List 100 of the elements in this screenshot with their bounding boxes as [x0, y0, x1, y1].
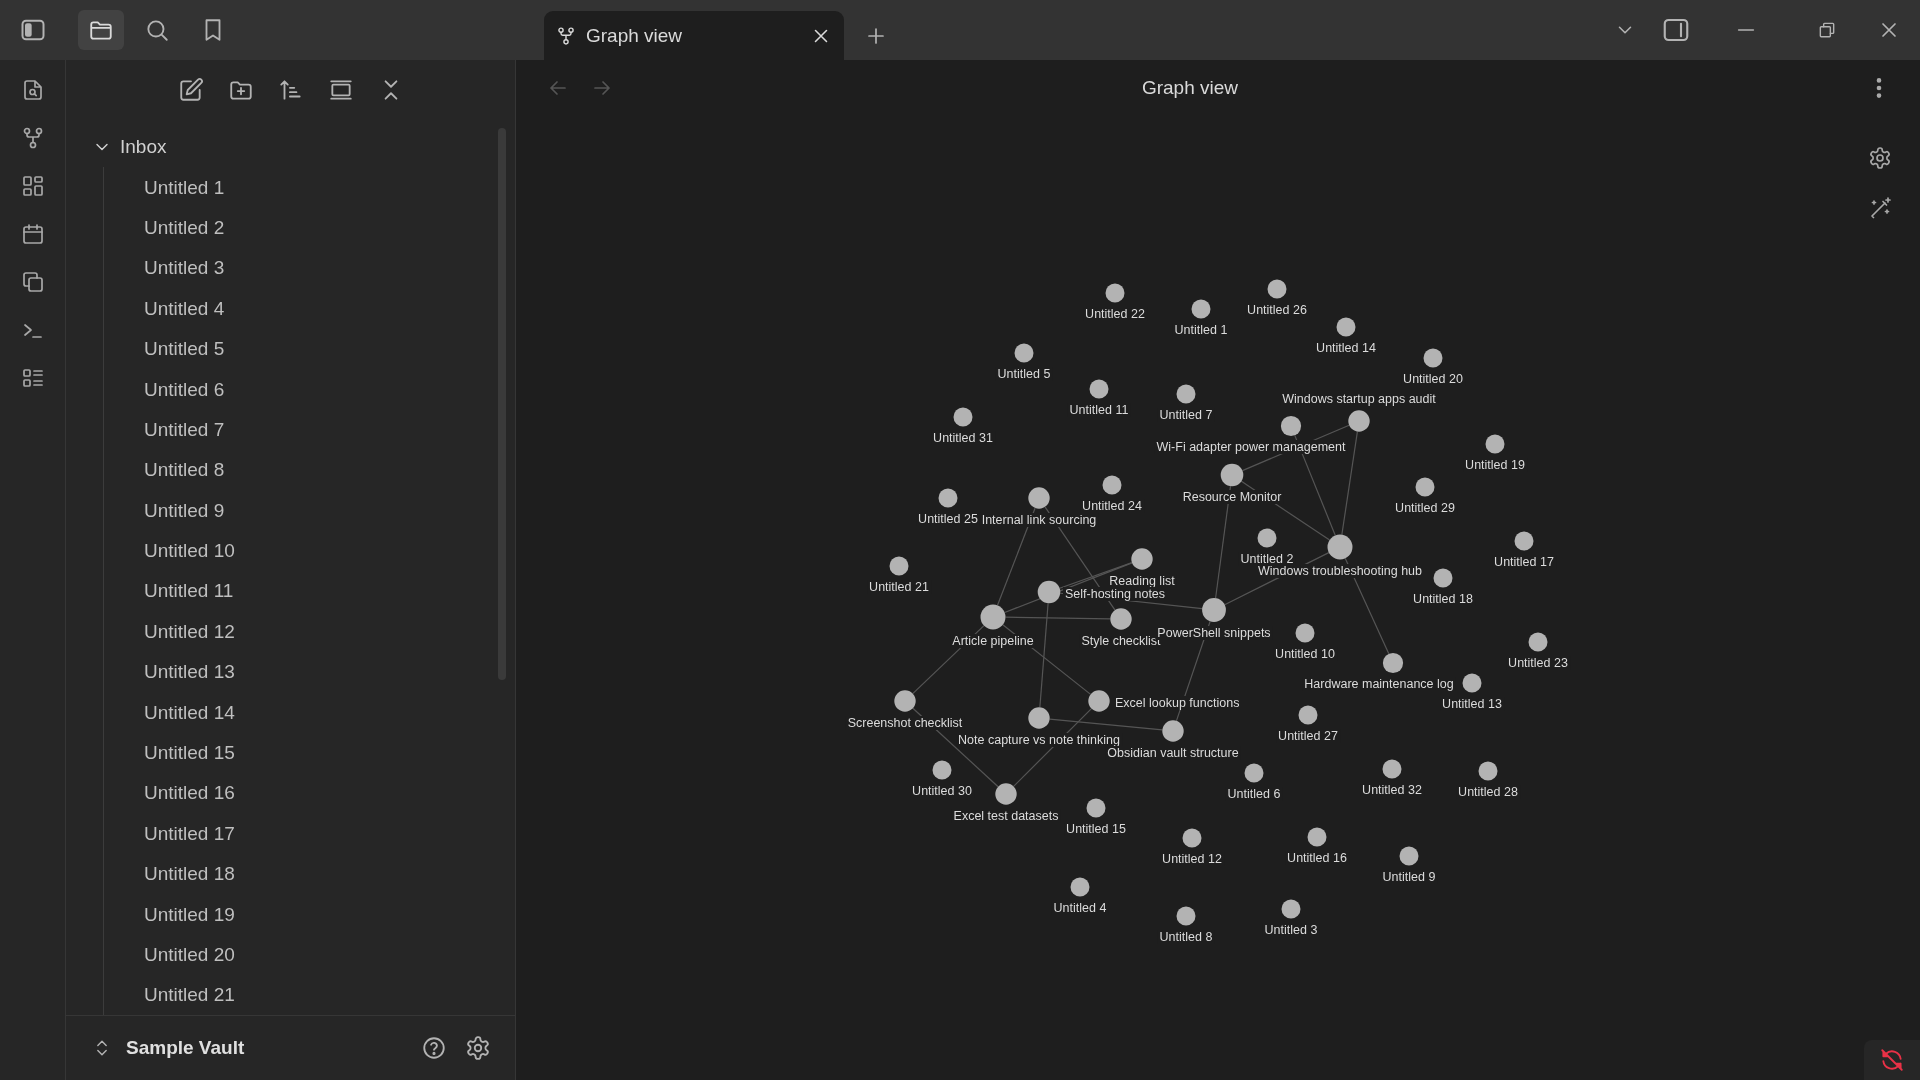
- graph-node[interactable]: [1089, 379, 1109, 399]
- tab[interactable]: Graph view: [544, 11, 844, 60]
- graph-node[interactable]: [1202, 598, 1226, 622]
- file-item[interactable]: Untitled 1: [104, 167, 515, 208]
- graph-node[interactable]: [1086, 798, 1106, 818]
- graph-node[interactable]: [953, 407, 973, 427]
- graph-node[interactable]: [1382, 759, 1402, 779]
- node-label: Untitled 2: [1238, 551, 1296, 566]
- graph-node[interactable]: [1336, 317, 1356, 337]
- file-item[interactable]: Untitled 20: [104, 934, 515, 976]
- graph-node[interactable]: [1088, 690, 1110, 712]
- file-item[interactable]: Untitled 14: [104, 692, 515, 733]
- grid-icon[interactable]: [20, 174, 45, 198]
- node-label: Untitled 21: [867, 579, 931, 594]
- file-item[interactable]: Untitled 15: [104, 732, 515, 774]
- graph-node[interactable]: [1280, 415, 1302, 437]
- copy-icon[interactable]: [20, 270, 45, 294]
- file-item[interactable]: Untitled 2: [104, 207, 515, 249]
- graph-node[interactable]: [1070, 877, 1090, 897]
- graph-node[interactable]: [1102, 475, 1122, 495]
- file-item[interactable]: Untitled 12: [104, 611, 515, 653]
- file-item[interactable]: Untitled 21: [104, 975, 515, 1015]
- graph-node[interactable]: [1244, 763, 1264, 783]
- node-label: Excel lookup functions: [1113, 695, 1242, 710]
- graph-node[interactable]: [995, 783, 1017, 805]
- graph-node[interactable]: [1423, 348, 1443, 368]
- file-item[interactable]: Untitled 9: [104, 490, 515, 531]
- node-label: Untitled 19: [1463, 457, 1527, 472]
- graph-node[interactable]: [1298, 705, 1318, 725]
- graph-node[interactable]: [1528, 632, 1548, 652]
- graph-node[interactable]: [1327, 534, 1353, 560]
- graph-node[interactable]: [1295, 623, 1315, 643]
- graph-node[interactable]: [1110, 608, 1132, 630]
- file-item[interactable]: Untitled 5: [104, 328, 515, 370]
- graph-node[interactable]: [1105, 283, 1125, 303]
- node-label: Screenshot checklist: [845, 715, 965, 730]
- vault-name[interactable]: Sample Vault: [126, 1037, 407, 1059]
- graph-node[interactable]: [1176, 384, 1196, 404]
- graph-node[interactable]: [1267, 279, 1287, 299]
- graph-node[interactable]: [938, 488, 958, 508]
- sync-off-icon[interactable]: [1879, 1047, 1905, 1073]
- graph-node[interactable]: [1307, 827, 1327, 847]
- node-label: Untitled 22: [1083, 306, 1147, 321]
- graph-node[interactable]: [1028, 487, 1050, 509]
- list-icon[interactable]: [20, 366, 45, 390]
- settings-icon[interactable]: [465, 1035, 491, 1061]
- graph-node[interactable]: [894, 690, 916, 712]
- file-item[interactable]: Untitled 18: [104, 854, 515, 895]
- graph-node[interactable]: [1176, 906, 1196, 926]
- file-item[interactable]: Untitled 7: [104, 409, 515, 451]
- graph-node[interactable]: [1348, 410, 1370, 432]
- graph-node[interactable]: [932, 760, 952, 780]
- layout-icon[interactable]: [327, 77, 354, 103]
- graph-node[interactable]: [1281, 899, 1301, 919]
- file-item[interactable]: Untitled 8: [104, 450, 515, 491]
- graph-node[interactable]: [1162, 720, 1184, 742]
- node-label: Excel test datasets: [951, 808, 1061, 823]
- file-item[interactable]: Untitled 13: [104, 652, 515, 693]
- file-item[interactable]: Untitled 10: [104, 530, 515, 572]
- graph-node[interactable]: [1220, 463, 1244, 487]
- graph-node[interactable]: [889, 556, 909, 576]
- graph-node[interactable]: [1433, 568, 1453, 588]
- graph-node[interactable]: [1191, 299, 1211, 319]
- graph-node[interactable]: [1028, 707, 1050, 729]
- graph-node[interactable]: [1257, 528, 1277, 548]
- graph-node[interactable]: [1478, 761, 1498, 781]
- file-item[interactable]: Untitled 17: [104, 813, 515, 855]
- node-label: Untitled 23: [1506, 655, 1570, 670]
- graph-node[interactable]: [1415, 477, 1435, 497]
- calendar-icon[interactable]: [20, 222, 45, 246]
- file-item[interactable]: Untitled 4: [104, 288, 515, 329]
- graph-node[interactable]: [980, 604, 1006, 630]
- node-label: Untitled 13: [1440, 696, 1504, 711]
- node-label: Untitled 20: [1401, 371, 1465, 386]
- help-icon[interactable]: [421, 1035, 447, 1061]
- graph-node[interactable]: [1514, 531, 1534, 551]
- restore-icon[interactable]: [1817, 20, 1837, 40]
- folder-item[interactable]: Inbox: [66, 127, 515, 168]
- file-item[interactable]: Untitled 16: [104, 773, 515, 814]
- sort-icon[interactable]: [277, 77, 304, 103]
- graph-node[interactable]: [1462, 673, 1482, 693]
- magic-wand-icon[interactable]: [1868, 196, 1892, 220]
- new-note-icon[interactable]: [177, 77, 204, 103]
- node-label: Self-hosting notes: [1063, 587, 1168, 602]
- node-label: Hardware maintenance log: [1302, 677, 1456, 692]
- sidebar-tab[interactable]: [78, 10, 124, 50]
- file-item[interactable]: Untitled 6: [104, 369, 515, 410]
- graph-node[interactable]: [1382, 652, 1404, 674]
- node-label: Untitled 32: [1360, 782, 1424, 797]
- graph-node[interactable]: [1182, 828, 1202, 848]
- file-item[interactable]: Untitled 3: [104, 248, 515, 289]
- file-item[interactable]: Untitled 11: [104, 571, 515, 612]
- graph-node[interactable]: [1485, 434, 1505, 454]
- graph-node[interactable]: [1131, 548, 1153, 570]
- graph-node[interactable]: [1014, 343, 1034, 363]
- graph-node[interactable]: [1399, 846, 1419, 866]
- settings-icon[interactable]: [1868, 146, 1892, 170]
- node-label: Reading list: [1107, 573, 1177, 588]
- file-item[interactable]: Untitled 19: [104, 894, 515, 935]
- graph-node[interactable]: [1037, 580, 1061, 604]
